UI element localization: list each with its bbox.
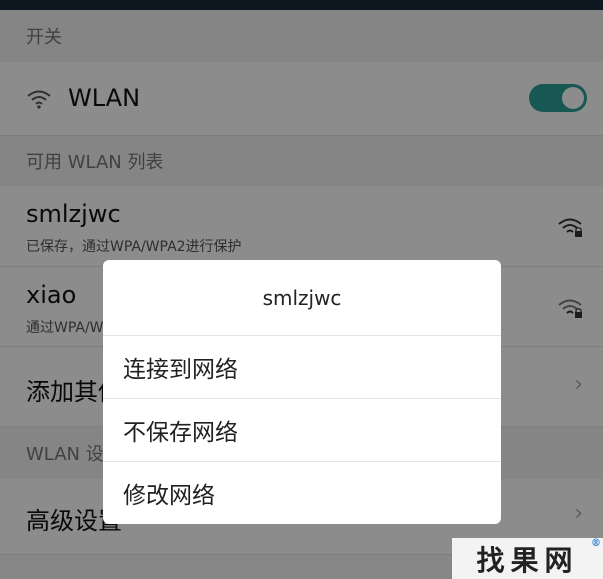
forget-network-option[interactable]: 不保存网络 [103, 399, 501, 462]
dialog-title: smlzjwc [103, 260, 501, 336]
modify-network-option[interactable]: 修改网络 [103, 462, 501, 524]
network-options-dialog: smlzjwc 连接到网络 不保存网络 修改网络 [103, 260, 501, 524]
watermark-text: 找果网 [476, 543, 579, 577]
registered-mark: ® [591, 538, 601, 549]
connect-network-option[interactable]: 连接到网络 [103, 336, 501, 399]
watermark-logo: 找果网 ® [452, 538, 603, 579]
